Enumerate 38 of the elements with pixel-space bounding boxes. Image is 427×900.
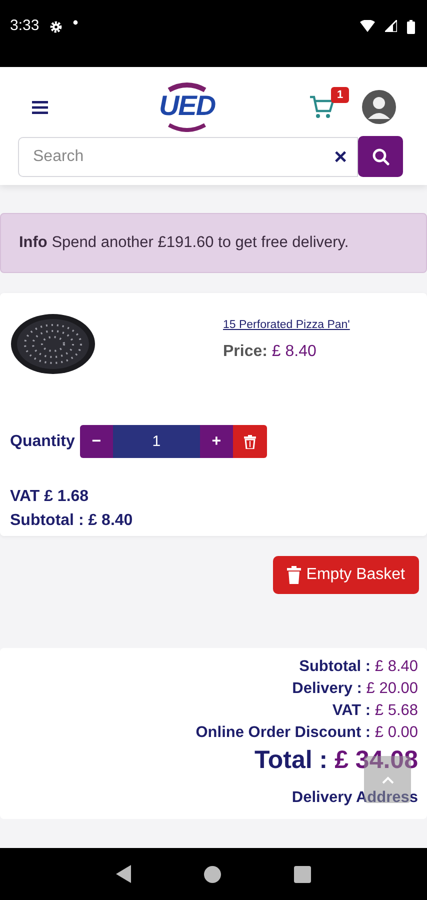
summary-line: Subtotal : £ 8.40 [299,658,418,676]
avatar-icon[interactable] [361,89,398,125]
trash-icon [244,434,256,448]
price-text: Price: £ 8.40 [223,343,318,361]
search-icon [372,148,390,166]
gear-icon [49,20,64,34]
clock: 3:33 [10,17,40,34]
quantity-label: Quantity [10,432,75,450]
menu-icon[interactable] [32,100,48,114]
battery-icon [407,20,415,34]
decrease-button[interactable]: − [80,425,113,458]
clear-button[interactable]: × [330,144,351,170]
alert-message: Info Spend another £191.60 to get free delivery. [19,234,350,252]
wifi-icon [360,20,375,32]
delivery-address-heading: Delivery Address [292,789,418,807]
cart-icon[interactable] [309,95,335,119]
delete-button[interactable] [232,425,267,458]
increase-button[interactable]: + [200,425,233,458]
back-icon[interactable] [116,865,132,883]
total-text: Total : £ 34.08 [254,746,418,775]
summary-line: Online Order Discount : £ 0.00 [196,724,418,742]
logo[interactable]: UED [157,82,217,132]
empty-basket-button[interactable]: Empty Basket [273,556,419,594]
chevron-up-icon [382,776,394,784]
summary-line: VAT : £ 5.68 [332,702,418,720]
signal-icon [385,20,397,32]
home-icon[interactable] [204,866,222,882]
vat-text: VAT £ 1.68 [10,488,90,506]
subtotal-text: Subtotal : £ 8.40 [10,512,134,530]
summary-line: Delivery : £ 20.00 [292,680,418,698]
search-field[interactable]: Search × [18,136,358,176]
trash-icon [287,566,302,584]
quantity-field[interactable]: 1 [112,425,200,458]
recents-icon[interactable] [294,866,311,882]
search-button[interactable] [358,136,403,177]
dot-icon [73,20,78,25]
product-link[interactable]: 15 Perforated Pizza Pan' [223,319,350,331]
cart-count-badge: 1 [331,87,350,103]
